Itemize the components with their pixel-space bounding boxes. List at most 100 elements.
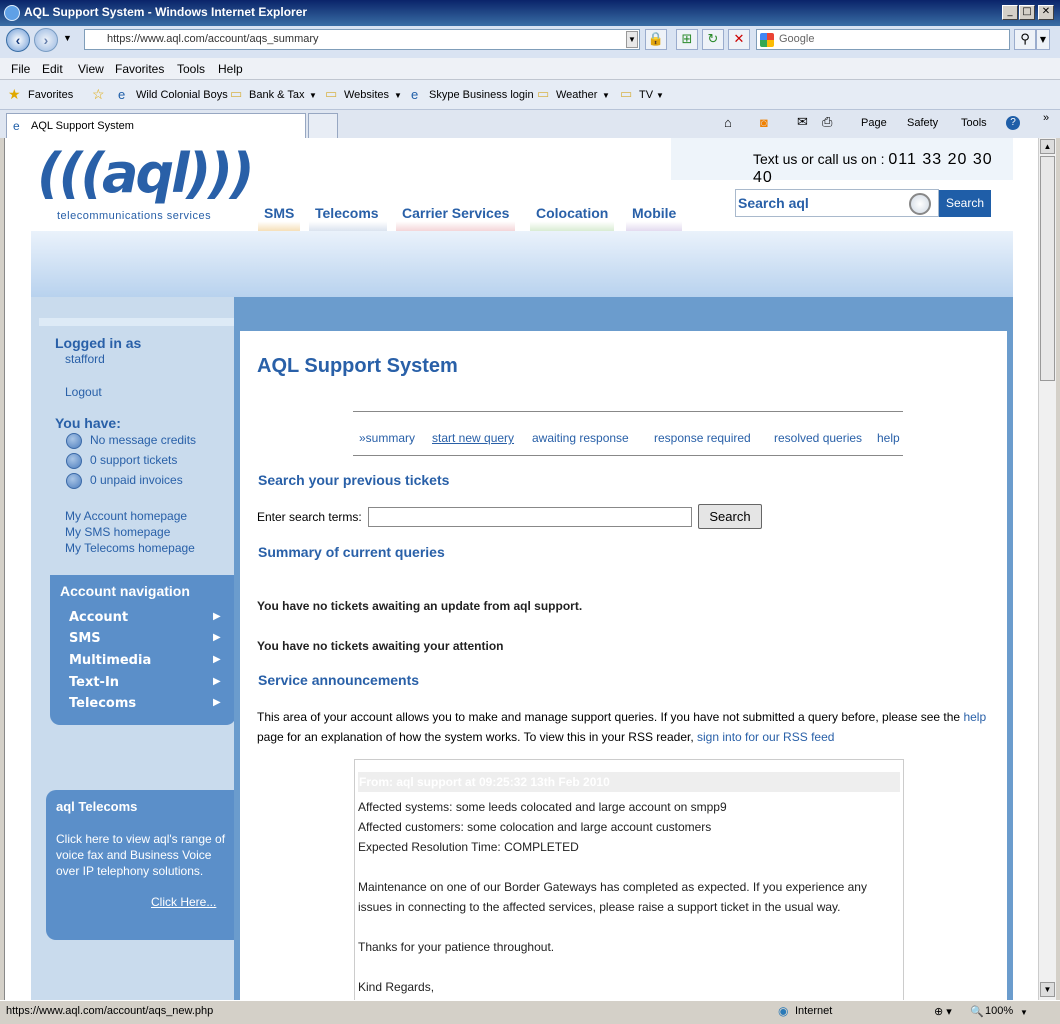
stop-icon[interactable]: ✕ [728, 29, 750, 50]
rss-feed-link[interactable]: sign into for our RSS feed [697, 730, 834, 744]
menu-edit[interactable]: Edit [42, 62, 63, 76]
announcement-header: From: aql support at 09:25:32 13th Feb 2… [358, 772, 900, 792]
announcement-line: issues in connecting to the affected ser… [358, 900, 841, 914]
banner [31, 231, 1013, 297]
page-menu[interactable]: Page [861, 117, 887, 129]
scroll-down-icon[interactable]: ▼ [1040, 982, 1055, 997]
search-tickets-button[interactable]: Search [698, 504, 762, 529]
message-credits-link[interactable]: No message credits [90, 433, 196, 447]
rss-icon[interactable]: ◙ [760, 115, 768, 130]
account-nav-multimedia[interactable]: Multimedia [69, 653, 151, 668]
address-toolbar: ‹ › ▼ https://www.aql.com/account/aqs_su… [0, 26, 1060, 58]
support-tickets-link[interactable]: 0 support tickets [90, 453, 177, 467]
close-button[interactable]: ✕ [1038, 5, 1054, 20]
fav-tv[interactable]: TV [639, 89, 653, 101]
search-options-icon[interactable]: ▼ [1036, 29, 1050, 50]
tools-menu[interactable]: Tools [961, 117, 987, 129]
intro-text-1: This area of your account allows you to … [257, 710, 961, 724]
favorites-button[interactable]: Favorites [28, 89, 73, 101]
vertical-scrollbar[interactable]: ▲ ▼ [1038, 138, 1056, 1000]
forward-icon[interactable]: › [34, 28, 58, 52]
subnav-summary[interactable]: »summary [359, 431, 415, 445]
chevron-down-icon: ▼ [1020, 1008, 1028, 1017]
account-nav-text-in[interactable]: Text-In [69, 675, 119, 690]
refresh-icon[interactable]: ↻ [702, 29, 724, 50]
zoom-level[interactable]: 100% [985, 1005, 1013, 1017]
promo-title: aql Telecoms [56, 799, 138, 814]
fav-websites[interactable]: Websites [344, 89, 389, 101]
logout-link[interactable]: Logout [65, 385, 102, 399]
add-favorite-icon[interactable]: ☆ [92, 86, 105, 103]
history-dropdown-icon[interactable]: ▼ [63, 33, 72, 43]
nav-mobile[interactable]: Mobile [626, 199, 683, 231]
subnav-awaiting-response[interactable]: awaiting response [532, 431, 629, 445]
intro-help-link[interactable]: help [963, 710, 986, 724]
fav-bank-tax[interactable]: Bank & Tax [249, 89, 304, 101]
search-terms-input[interactable] [368, 507, 692, 527]
no-attention-text: You have no tickets awaiting your attent… [257, 639, 504, 653]
menu-view[interactable]: View [78, 62, 104, 76]
unpaid-invoices-link[interactable]: 0 unpaid invoices [90, 473, 183, 487]
nav-sms[interactable]: SMS [258, 199, 301, 231]
menu-help[interactable]: Help [218, 62, 243, 76]
scroll-up-icon[interactable]: ▲ [1040, 139, 1055, 154]
nav-telecoms[interactable]: Telecoms [309, 199, 387, 231]
print-icon[interactable]: ⎙ [822, 114, 832, 130]
status-url: https://www.aql.com/account/aqs_new.php [6, 1005, 214, 1017]
zoom-icon[interactable]: 🔍 [970, 1005, 984, 1018]
announcement-line: Maintenance on one of our Border Gateway… [358, 880, 867, 894]
back-icon[interactable]: ‹ [6, 28, 30, 52]
menu-file[interactable]: File [11, 62, 30, 76]
sidebar-top [39, 318, 235, 326]
subnav-resolved-queries[interactable]: resolved queries [774, 431, 862, 445]
scroll-thumb[interactable] [1040, 156, 1055, 381]
address-dropdown-icon[interactable]: ▼ [626, 31, 638, 48]
help-icon[interactable]: ? [1006, 116, 1020, 130]
fav-skype-business-login[interactable]: Skype Business login [429, 89, 534, 101]
chevron-down-icon: ▼ [656, 91, 664, 100]
minimize-button[interactable]: _ [1002, 5, 1018, 20]
subnav-help[interactable]: help [877, 431, 900, 445]
search-input[interactable]: Google [756, 29, 1010, 50]
my-account-homepage-link[interactable]: My Account homepage [65, 509, 187, 523]
my-telecoms-homepage-link[interactable]: My Telecoms homepage [65, 541, 195, 555]
search-go-icon[interactable]: ⚲ [1014, 29, 1036, 50]
more-chevron-icon[interactable]: » [1043, 112, 1049, 124]
promo-click-here-link[interactable]: Click Here... [151, 895, 216, 909]
announcement-box: From: aql support at 09:25:32 13th Feb 2… [354, 759, 904, 1000]
protected-mode-icon[interactable]: ⊕ ▾ [934, 1005, 952, 1018]
maximize-button[interactable]: □ [1019, 5, 1035, 20]
search-tickets-heading: Search your previous tickets [258, 472, 450, 488]
subnav-start-new-query[interactable]: start new query [432, 431, 514, 445]
my-sms-homepage-link[interactable]: My SMS homepage [65, 525, 170, 539]
address-bar[interactable]: https://www.aql.com/account/aqs_summary [84, 29, 640, 50]
tab-aql-support[interactable]: e AQL Support System [6, 113, 306, 138]
aql-telecoms-promo[interactable]: aql Telecoms Click here to view aql's ra… [46, 790, 236, 940]
google-icon [760, 33, 774, 47]
lock-icon[interactable]: 🔒 [645, 29, 667, 50]
nav-colocation[interactable]: Colocation [530, 199, 615, 231]
folder-icon: ▭ [537, 86, 550, 101]
aql-logo[interactable]: (((aql))) [37, 142, 255, 205]
tickets-icon [66, 453, 82, 469]
account-nav-sms[interactable]: SMS [69, 631, 101, 646]
fav-wild-colonial-boys[interactable]: Wild Colonial Boys [136, 89, 228, 101]
ie-page-icon: e [411, 87, 419, 102]
safety-menu[interactable]: Safety [907, 117, 938, 129]
menu-tools[interactable]: Tools [177, 62, 205, 76]
announcement-line: Affected systems: some leeds colocated a… [358, 800, 727, 814]
menu-favorites[interactable]: Favorites [115, 62, 164, 76]
promo-text: Click here to view aql's range of voice … [56, 832, 226, 878]
compatibility-icon[interactable]: ⊞ [676, 29, 698, 50]
home-icon[interactable]: ⌂ [724, 115, 732, 130]
nav-carrier-services[interactable]: Carrier Services [396, 199, 516, 231]
mail-icon[interactable]: ✉ [797, 114, 808, 130]
announcement-line: Expected Resolution Time: COMPLETED [358, 840, 579, 854]
site-search-button[interactable]: Search [939, 190, 991, 217]
account-nav-account[interactable]: Account [69, 610, 128, 625]
chevron-right-icon: ▶ [213, 697, 221, 708]
account-nav-telecoms[interactable]: Telecoms [69, 696, 136, 711]
subnav-response-required[interactable]: response required [654, 431, 751, 445]
new-tab-button[interactable] [308, 113, 338, 138]
fav-weather[interactable]: Weather [556, 89, 597, 101]
